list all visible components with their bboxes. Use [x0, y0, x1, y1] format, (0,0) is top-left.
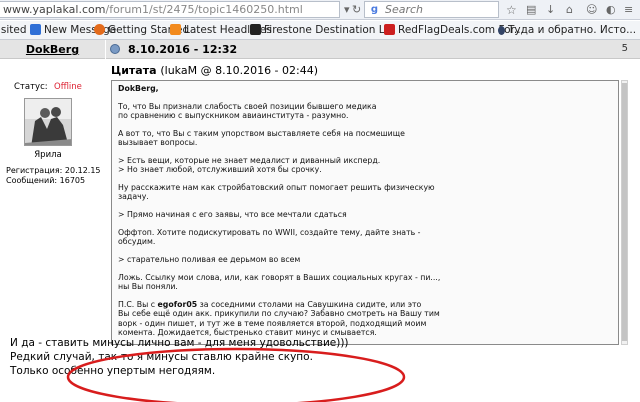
post-number-link[interactable]: 5 [622, 43, 628, 54]
quote-line: А вот то, что Вы с таким упорством выста… [118, 128, 405, 138]
firefox-icon [94, 24, 105, 35]
mail-icon [30, 24, 41, 35]
browser-toolbar: www.yaplakal.com/forum1/st/2475/topic146… [0, 0, 640, 20]
quote-line: вызывает вопросы. [118, 138, 198, 148]
avatar[interactable] [24, 98, 72, 146]
quote-line: Оффтоп. Хотите подискутировать по WWII, … [118, 227, 421, 237]
bookmark-tuda-obratno[interactable]: Туда и обратно. Исто... [498, 23, 636, 38]
quote-line: > Прямо начиная с его заявы, что все меч… [118, 210, 347, 220]
quote-line: Ложь. Ссылку мои слова, или, как говорят… [118, 272, 441, 282]
url-bar[interactable]: www.yaplakal.com/forum1/st/2475/topic146… [0, 1, 340, 18]
bookmark-label: isited [0, 24, 27, 36]
quote-line [118, 247, 612, 256]
quote-line [118, 219, 612, 228]
quote-line: обсудим. [118, 237, 156, 247]
reader-icon[interactable]: ▤ [526, 3, 536, 17]
quote-line: > Но знает любой, отслуживший хотя бы ср… [118, 165, 322, 175]
quote-line [118, 93, 612, 102]
quote-header: Цитата (lukaM @ 8.10.2016 - 02:44) [111, 64, 318, 77]
status-offline: Offline [54, 82, 82, 92]
avatar-image [25, 99, 71, 145]
quote-label: Цитата [111, 64, 157, 77]
reload-icon[interactable]: ↻ [352, 3, 361, 17]
quote-line: задачу. [118, 192, 149, 202]
quote-line [118, 202, 612, 211]
quote-line: > Есть вещи, которые не знает медалист и… [118, 155, 381, 165]
post-icon [110, 44, 120, 54]
status-label: Статус: [14, 82, 48, 92]
quote-line [118, 175, 612, 184]
bookmark-visited[interactable]: isited [0, 23, 27, 38]
quote-line: Ну расскажите нам как стройбатовский опы… [118, 183, 435, 193]
quote-box: DokBerg, То, что Вы признали слабость сво… [111, 80, 619, 345]
menu-icon[interactable]: ≡ [624, 3, 633, 17]
dropdown-arrow-icon[interactable]: ▾ [344, 3, 350, 17]
bookmark-label: Firestone Destination L... [264, 24, 395, 36]
quote-line: П.С. Вы с egofor05 за соседними столами … [118, 299, 422, 309]
quote-line [118, 120, 612, 129]
quote-line: ны Вы поняли. [118, 282, 178, 292]
quote-line [118, 291, 612, 300]
quote-line: ворк - один пишет, и тут же в теме появл… [118, 318, 427, 328]
post-header: 8.10.2016 - 12:32 5 [106, 40, 640, 59]
author-link[interactable]: DokBerg [0, 43, 105, 56]
post-author-header: DokBerg [0, 40, 105, 59]
chat-icon[interactable]: ☺ [586, 3, 597, 17]
quote-author: (lukaM @ 8.10.2016 - 02:44) [160, 64, 319, 77]
bookmark-label: Туда и обратно. Исто... [508, 24, 637, 36]
url-path: /forum1/st/2475/topic1460250.html [105, 3, 303, 16]
url-host: www.yaplakal.com [3, 3, 106, 16]
rfd-icon [384, 24, 395, 35]
quote-line: > старательно поливая ее дерьмом во всем [118, 255, 301, 265]
quote-line: Вы себе ещё один акк. прикупили по случа… [118, 309, 440, 319]
pin-icon [498, 26, 505, 35]
registration-date: Регистрация: 20.12.15 [6, 166, 101, 175]
scrollbar-thumb[interactable] [622, 83, 627, 341]
shield-icon[interactable]: ◐ [606, 3, 616, 17]
annotation-ellipse [66, 347, 406, 402]
post-date: 8.10.2016 - 12:32 [128, 43, 238, 56]
message-count: Сообщений: 16705 [6, 176, 86, 185]
bookmarks-bar: isited New Message Getting Started Lates… [0, 21, 640, 40]
home-icon[interactable]: ⌂ [566, 3, 573, 17]
quote-line: по сравнению с выпускником авиаинститута… [118, 111, 349, 121]
username-link[interactable]: egofor05 [158, 300, 198, 309]
rss-icon [170, 24, 181, 35]
search-placeholder: Search [385, 3, 424, 16]
search-input[interactable]: g Search [364, 1, 499, 18]
avatar-caption: Ярила [34, 150, 62, 160]
star-icon[interactable]: ☆ [506, 3, 517, 17]
page-icon [250, 24, 261, 35]
quote-line: То, что Вы признали слабость своей позиц… [118, 101, 377, 111]
quote-scrollbar[interactable] [621, 80, 628, 345]
quote-line: DokBerg, [118, 84, 159, 93]
google-icon: g [368, 3, 381, 16]
quote-line [118, 264, 612, 273]
quote-line [118, 147, 612, 156]
bookmark-firestone[interactable]: Firestone Destination L... [250, 23, 395, 38]
download-icon[interactable]: ↓ [546, 3, 555, 17]
